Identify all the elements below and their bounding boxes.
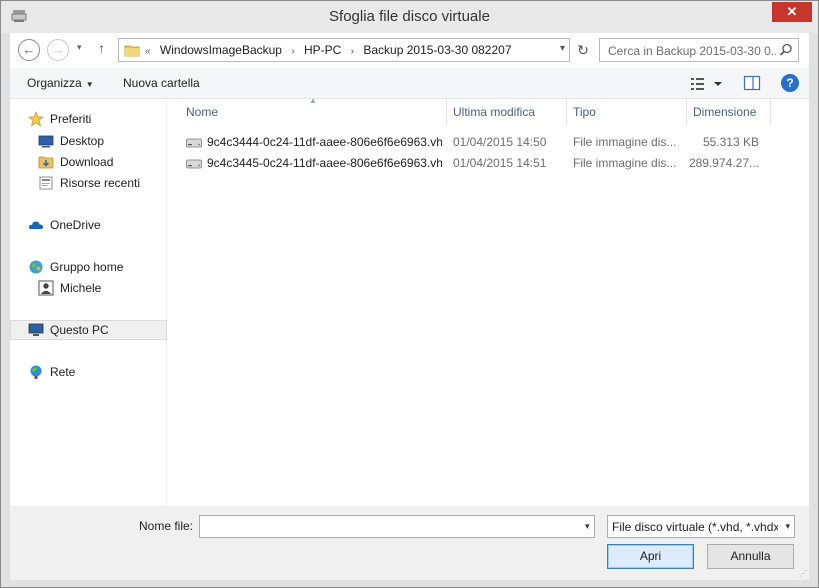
close-button[interactable]: ✕ — [772, 2, 812, 22]
back-button[interactable]: ← — [18, 39, 40, 61]
sidebar-item-download[interactable]: Download — [10, 152, 167, 172]
sort-ascending-icon: ▲ — [309, 96, 317, 105]
preview-pane-icon[interactable] — [743, 74, 761, 92]
sidebar-item-label: OneDrive — [50, 218, 101, 232]
network-icon — [30, 365, 42, 379]
breadcrumb-item-hp-pc[interactable]: HP-PC — [304, 43, 341, 57]
sidebar-item-questo-pc[interactable]: Questo PC — [10, 320, 167, 340]
column-header-size[interactable]: Dimensione — [693, 105, 756, 119]
file-modified: 01/04/2015 14:51 — [453, 156, 547, 170]
address-history-dropdown[interactable]: ▾ — [560, 43, 565, 54]
sidebar-item-rete[interactable]: Rete — [10, 362, 167, 382]
search-placeholder[interactable]: Cerca in Backup 2015-03-30 0... — [608, 44, 776, 58]
search-icon[interactable] — [779, 43, 793, 57]
sidebar-item-preferiti[interactable]: Preferiti — [10, 109, 167, 129]
recent-places-icon — [39, 176, 53, 190]
forward-button[interactable]: → — [47, 39, 69, 61]
sidebar-item-label: Questo PC — [50, 323, 109, 337]
column-header-modified[interactable]: Ultima modifica — [453, 105, 535, 119]
column-header-name[interactable]: Nome — [186, 105, 218, 119]
filename-input[interactable] — [199, 515, 595, 538]
navigation-pane: Preferiti Desktop Download Risorse recen… — [10, 99, 167, 506]
sidebar-item-label: Gruppo home — [50, 260, 124, 274]
file-type-filter-select[interactable]: File disco virtuale (*.vhd, *.vhdx) ▾ — [607, 515, 795, 538]
sidebar-item-gruppo-home[interactable]: Gruppo home — [10, 257, 167, 277]
open-button[interactable]: Apri — [607, 544, 694, 569]
file-row[interactable]: 9c4c3445-0c24-11df-aaee-806e6f6e6963.vhd… — [168, 153, 809, 173]
user-avatar-icon — [38, 280, 54, 296]
recent-locations-dropdown[interactable]: ▾ — [77, 42, 82, 53]
window-title: Sfoglia file disco virtuale — [329, 8, 490, 25]
change-view-icon[interactable] — [690, 75, 728, 93]
organize-label: Organizza — [27, 76, 82, 90]
file-size: 289.974.27... — [688, 156, 759, 170]
file-modified: 01/04/2015 14:50 — [453, 135, 547, 149]
title-bar[interactable]: Sfoglia file disco virtuale ✕ — [1, 1, 818, 33]
sidebar-item-risorse-recenti[interactable]: Risorse recenti — [10, 173, 167, 193]
chevron-down-icon: ▾ — [785, 521, 790, 531]
organize-menu-button[interactable]: Organizza ▼ — [27, 76, 94, 90]
breadcrumb-overflow[interactable]: « — [145, 46, 151, 57]
file-name: 9c4c3445-0c24-11df-aaee-806e6f6e6963.vhd — [207, 156, 442, 170]
sidebar-item-onedrive[interactable]: OneDrive — [10, 215, 167, 235]
breadcrumb-chevron-icon[interactable]: › — [291, 46, 294, 57]
chevron-down-icon: ▼ — [85, 80, 94, 89]
virtual-disk-icon — [186, 159, 202, 169]
help-icon[interactable]: ? — [781, 74, 799, 92]
folder-icon — [124, 45, 140, 57]
star-icon — [28, 111, 44, 127]
search-box[interactable]: Cerca in Backup 2015-03-30 0... — [599, 38, 799, 62]
refresh-button[interactable]: ↻ — [573, 38, 593, 62]
column-separator[interactable] — [566, 99, 567, 125]
file-dialog-window: Sfoglia file disco virtuale ✕ ← → ▾ ↑ « … — [0, 0, 819, 588]
breadcrumb-item-windowsimagebackup[interactable]: WindowsImageBackup — [160, 43, 282, 57]
desktop-icon — [38, 135, 54, 148]
file-size: 55.313 KB — [702, 135, 759, 149]
command-toolbar: Organizza ▼ Nuova cartella ? — [10, 68, 809, 99]
download-folder-icon — [38, 156, 54, 169]
sidebar-item-label: Rete — [50, 365, 76, 379]
sidebar-item-desktop[interactable]: Desktop — [10, 131, 167, 151]
sidebar-item-label: Download — [60, 155, 114, 169]
sidebar-item-label: Risorse recenti — [60, 176, 141, 190]
cancel-button[interactable]: Annulla — [707, 544, 794, 569]
file-row[interactable]: 9c4c3444-0c24-11df-aaee-806e6f6e6963.vhd… — [168, 132, 809, 152]
breadcrumb-item-backup[interactable]: Backup 2015-03-30 082207 — [363, 43, 511, 57]
homegroup-icon — [29, 260, 43, 274]
sidebar-item-label: Preferiti — [50, 112, 92, 126]
computer-icon — [28, 323, 44, 336]
sidebar-item-michele[interactable]: Michele — [10, 278, 167, 298]
address-bar[interactable]: « WindowsImageBackup › HP-PC › Backup 20… — [118, 38, 570, 62]
onedrive-cloud-icon — [28, 221, 43, 229]
navigation-bar: ← → ▾ ↑ « WindowsImageBackup › HP-PC › B… — [10, 33, 809, 68]
breadcrumb: « WindowsImageBackup › HP-PC › Backup 20… — [145, 43, 518, 57]
sidebar-item-label: Michele — [60, 281, 102, 295]
content-area: Preferiti Desktop Download Risorse recen… — [10, 96, 809, 506]
file-list: ▲ Nome Ultima modifica Tipo Dimensione 9… — [168, 96, 809, 506]
new-folder-button[interactable]: Nuova cartella — [123, 76, 200, 90]
sidebar-item-label: Desktop — [60, 134, 105, 148]
breadcrumb-chevron-icon[interactable]: › — [351, 46, 354, 57]
file-type-filter-value: File disco virtuale (*.vhd, *.vhdx) — [612, 520, 778, 534]
dialog-footer: Nome file: ▾ File disco virtuale (*.vhd,… — [10, 506, 809, 580]
column-header-type[interactable]: Tipo — [573, 105, 596, 119]
column-separator[interactable] — [686, 99, 687, 125]
file-type: File immagine dis... — [573, 156, 677, 170]
column-separator[interactable] — [446, 99, 447, 125]
virtual-disk-icon — [186, 138, 202, 148]
filename-label: Nome file: — [139, 519, 194, 533]
file-name: 9c4c3444-0c24-11df-aaee-806e6f6e6963.vhd — [207, 135, 442, 149]
up-button[interactable]: ↑ — [98, 40, 105, 56]
file-type: File immagine dis... — [573, 135, 677, 149]
column-separator[interactable] — [770, 99, 771, 125]
resize-grip-icon[interactable]: ⋰ — [799, 569, 807, 578]
